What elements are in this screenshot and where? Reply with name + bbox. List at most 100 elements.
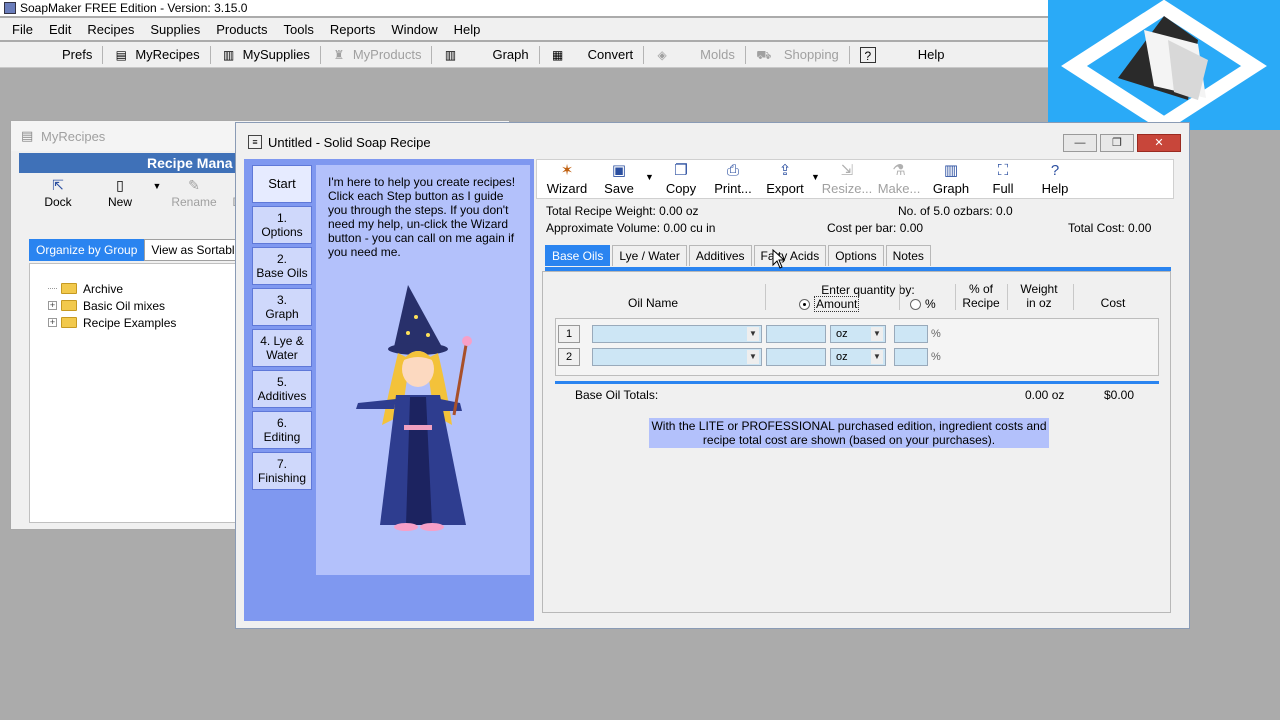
recipe-help-button[interactable]: ? Help	[1029, 161, 1081, 198]
col-percent-recipe-line2: Recipe	[962, 296, 1000, 310]
step-start-button[interactable]: Start	[252, 165, 312, 203]
window-controls: — ❐ ✕	[1060, 134, 1181, 152]
quantity-input[interactable]	[766, 348, 826, 366]
new-dropdown-arrow[interactable]: ▼	[151, 177, 163, 209]
convert-label: Convert	[587, 47, 634, 62]
edition-notice: With the LITE or PROFESSIONAL purchased …	[649, 418, 1049, 448]
bar-count: No. of 5.0 ozbars: 0.0	[898, 204, 1013, 218]
close-button[interactable]: ✕	[1137, 134, 1181, 152]
menu-supplies[interactable]: Supplies	[142, 22, 208, 37]
oil-name-select[interactable]: ▼	[592, 348, 762, 366]
myrecipes-button[interactable]: ▤ MyRecipes	[107, 43, 205, 67]
oil-name-select[interactable]: ▼	[592, 325, 762, 343]
export-button[interactable]: ⇪ Export	[759, 161, 811, 198]
app-icon	[4, 2, 16, 14]
step-number: 5.	[276, 375, 287, 389]
mysupplies-button[interactable]: ▥ MySupplies	[215, 43, 316, 67]
save-button[interactable]: ▣ Save	[593, 161, 645, 198]
recipe-manager-toolbar: ⇱ Dock ▯ New ▼ ✎ Rename ✕ De	[27, 177, 255, 209]
percent-input[interactable]	[894, 348, 928, 366]
export-dropdown-arrow[interactable]: ▼	[811, 172, 821, 198]
wizard-button[interactable]: ✶ Wizard	[541, 161, 593, 198]
percent-radio[interactable]: %	[910, 297, 950, 311]
expand-icon[interactable]: +	[48, 301, 57, 310]
tab-fatty-acids[interactable]: Fatty Acids	[753, 245, 827, 266]
step-2-base-oils-button[interactable]: 2. Base Oils	[252, 247, 312, 285]
menu-products[interactable]: Products	[208, 22, 275, 37]
step-3-graph-button[interactable]: 3. Graph	[252, 288, 312, 326]
app-title: SoapMaker FREE Edition - Version: 3.15.0	[20, 1, 248, 15]
convert-button[interactable]: ▦ Convert	[544, 43, 640, 67]
document-icon: ≡	[248, 135, 262, 149]
tab-organize-by-group[interactable]: Organize by Group	[29, 239, 145, 261]
amount-radio[interactable]: Amount	[799, 296, 869, 312]
menu-edit[interactable]: Edit	[41, 22, 79, 37]
molds-icon: ◈	[657, 47, 667, 62]
shopping-button[interactable]: ⛟ Shopping	[750, 43, 845, 67]
step-5-additives-button[interactable]: 5. Additives	[252, 370, 312, 408]
recipe-window: ≡ Untitled - Solid Soap Recipe — ❐ ✕ Sta…	[235, 122, 1190, 629]
tab-options[interactable]: Options	[828, 245, 884, 266]
step-number: 4. Lye &	[260, 334, 304, 348]
graph-icon: ▥	[444, 47, 457, 62]
tab-additives[interactable]: Additives	[688, 245, 752, 266]
tab-notes[interactable]: Notes	[885, 245, 931, 266]
oil-rows: 1 ▼ oz ▼ % 2 ▼ oz ▼ %	[555, 318, 1159, 376]
row-number-button[interactable]: 2	[558, 348, 580, 366]
percent-input[interactable]	[894, 325, 928, 343]
make-button[interactable]: ⚗ Make...	[873, 161, 925, 198]
expand-icon[interactable]: +	[48, 318, 57, 327]
unit-select[interactable]: oz ▼	[830, 348, 886, 366]
maximize-button[interactable]: ❐	[1100, 134, 1134, 152]
step-4-lye-water-button[interactable]: 4. Lye & Water	[252, 329, 312, 367]
menu-window[interactable]: Window	[383, 22, 445, 37]
toolbar-separator	[643, 45, 645, 64]
graph-button[interactable]: ▥ Graph	[436, 43, 534, 67]
menu-help[interactable]: Help	[446, 22, 489, 37]
menu-recipes[interactable]: Recipes	[79, 22, 142, 37]
myproducts-button[interactable]: ♜ MyProducts	[325, 43, 428, 67]
table-row: 1 ▼ oz ▼ %	[556, 324, 941, 344]
tree-label: Recipe Examples	[83, 315, 177, 330]
col-cost: Cost	[1100, 296, 1126, 310]
recipe-titlebar[interactable]: ≡ Untitled - Solid Soap Recipe	[236, 123, 1189, 161]
help-button[interactable]: ? Help	[854, 43, 951, 67]
floppy-disk-icon: ▣	[611, 162, 627, 179]
tab-base-oils[interactable]: Base Oils	[545, 245, 611, 266]
totals-divider	[555, 381, 1159, 384]
tab-lye-water[interactable]: Lye / Water	[612, 245, 687, 266]
molds-button[interactable]: ◈ Molds	[648, 43, 741, 67]
step-1-options-button[interactable]: 1. Options	[252, 206, 312, 244]
radio-unchecked-icon	[910, 299, 921, 311]
new-document-icon: ▯	[116, 177, 124, 193]
step-7-finishing-button[interactable]: 7. Finishing	[252, 452, 312, 490]
save-dropdown-arrow[interactable]: ▼	[645, 172, 655, 198]
chevron-down-icon: ▼	[871, 350, 883, 364]
menu-reports[interactable]: Reports	[322, 22, 384, 37]
prefs-label: Prefs	[62, 47, 93, 62]
prefs-button[interactable]: Prefs	[0, 43, 98, 67]
rename-button[interactable]: ✎ Rename	[163, 177, 225, 209]
dock-button[interactable]: ⇱ Dock	[27, 177, 89, 209]
full-label: Full	[992, 181, 1014, 196]
tab-view-as-sortable[interactable]: View as Sortable	[144, 239, 249, 261]
recipe-graph-button[interactable]: ▥ Graph	[925, 161, 977, 198]
step-6-editing-button[interactable]: 6. Editing	[252, 411, 312, 449]
column-separator	[765, 284, 766, 310]
full-button[interactable]: ⛶ Full	[977, 161, 1029, 198]
minimize-button[interactable]: —	[1063, 134, 1097, 152]
calculator-icon: ▦	[551, 47, 564, 62]
quantity-input[interactable]	[766, 325, 826, 343]
folder-icon	[61, 283, 77, 294]
copy-button[interactable]: ❐ Copy	[655, 161, 707, 198]
print-button[interactable]: ⎙ Print...	[707, 161, 759, 198]
unit-select[interactable]: oz ▼	[830, 325, 886, 343]
menu-tools[interactable]: Tools	[276, 22, 322, 37]
menu-file[interactable]: File	[4, 22, 41, 37]
tree-label: Basic Oil mixes	[83, 298, 166, 313]
step-number: 3.	[276, 293, 287, 307]
resize-button[interactable]: ⇲ Resize...	[821, 161, 873, 198]
new-button[interactable]: ▯ New	[89, 177, 151, 209]
row-number-button[interactable]: 1	[558, 325, 580, 343]
help-icon: ?	[859, 46, 876, 63]
